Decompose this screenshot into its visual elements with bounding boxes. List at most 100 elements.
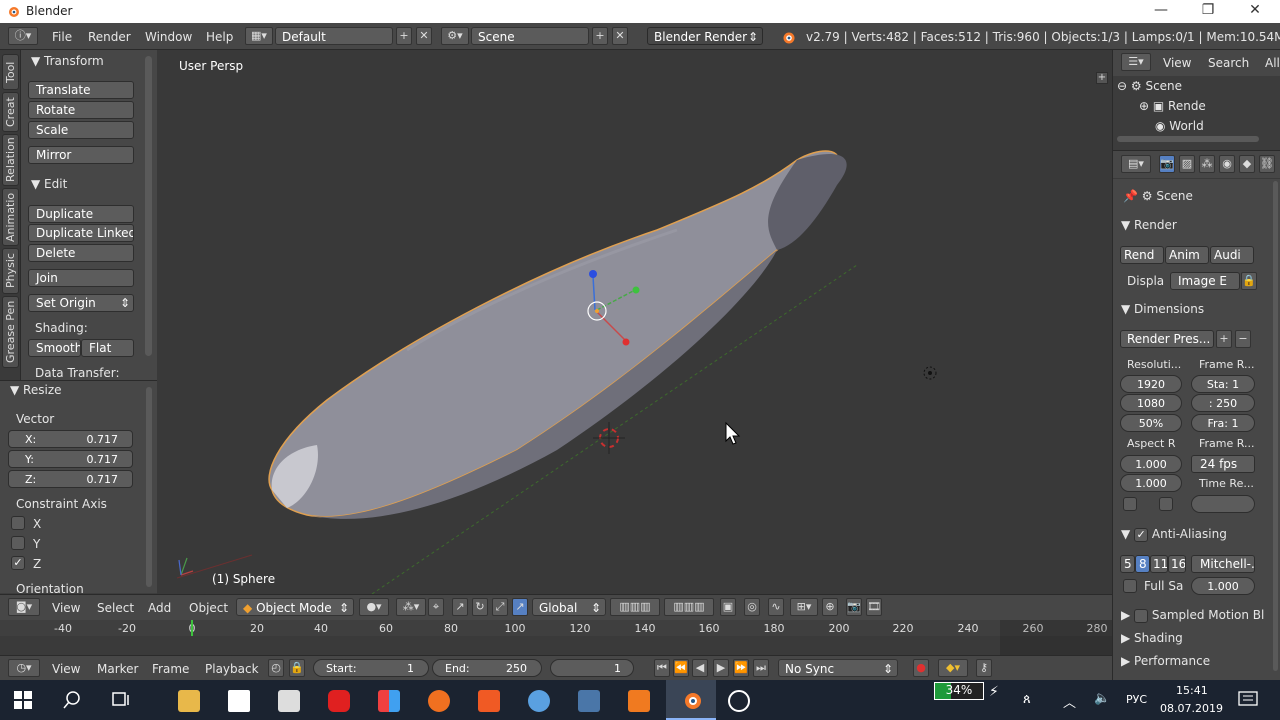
render-animation-button[interactable]: Anim <box>1165 246 1209 264</box>
menu-view[interactable]: View <box>52 601 80 615</box>
editor-type-3d-icon[interactable]: ◙▾ <box>8 598 40 616</box>
aspect-y-field[interactable]: 1.000 <box>1120 474 1182 492</box>
menu-help[interactable]: Help <box>206 30 233 44</box>
properties-scrollbar[interactable] <box>1273 181 1278 671</box>
notifications-icon[interactable] <box>1238 691 1258 709</box>
add-preset-icon[interactable]: + <box>1216 330 1232 348</box>
aa-samples-8[interactable]: 8 <box>1135 555 1150 573</box>
menu-frame[interactable]: Frame <box>152 662 189 676</box>
sync-mode-select[interactable]: No Sync ⇕ <box>778 659 898 677</box>
translate-manipulator-icon[interactable]: ↗ <box>452 598 468 616</box>
aa-samples-5[interactable]: 5 <box>1120 555 1135 573</box>
task-view-icon[interactable] <box>110 690 130 710</box>
tab-physics[interactable]: Physic <box>2 248 19 294</box>
clock-time[interactable]: 15:41 <box>1176 684 1208 697</box>
layers-context-icon[interactable]: ▨ <box>1179 155 1195 173</box>
play-icon[interactable]: ▶ <box>713 659 729 677</box>
ubuntu-store-icon[interactable] <box>478 690 500 712</box>
transform-panel-header[interactable]: ▼ Transform <box>31 54 104 68</box>
record-icon[interactable]: ● <box>913 659 929 677</box>
menu-object[interactable]: Object <box>189 601 228 615</box>
input-language[interactable]: РУС <box>1126 693 1147 706</box>
store-icon[interactable] <box>278 690 300 712</box>
menu-playback[interactable]: Playback <box>205 662 259 676</box>
transform-orientation-select[interactable]: Global ⇕ <box>532 598 606 616</box>
search-icon[interactable] <box>62 690 82 710</box>
menu-marker[interactable]: Marker <box>97 662 138 676</box>
constraint-y-checkbox[interactable] <box>11 536 25 550</box>
frame-end-field[interactable]: : 250 <box>1191 394 1255 412</box>
performance-panel-header[interactable]: ▶ Performance <box>1121 654 1210 668</box>
resize-z-field[interactable]: Z: 0.717 <box>8 470 133 488</box>
constraint-x-checkbox[interactable] <box>11 516 25 530</box>
media-player-icon[interactable] <box>728 690 750 712</box>
manipulator-active-icon[interactable]: ↗ <box>512 598 528 616</box>
manipulator-toggle-icon[interactable]: ⌖ <box>428 598 444 616</box>
clock-date[interactable]: 08.07.2019 <box>1160 702 1223 715</box>
menu-search[interactable]: Search <box>1208 56 1249 70</box>
render-context-icon[interactable]: 📷 <box>1159 155 1175 173</box>
toolshelf-scrollbar[interactable] <box>145 56 152 356</box>
aa-filter-select[interactable]: Mitchell-... <box>1191 555 1255 573</box>
scene-icon[interactable]: ⚙▾ <box>441 27 469 45</box>
jump-start-icon[interactable]: ⏮ <box>654 659 670 677</box>
full-sample-checkbox[interactable] <box>1123 579 1137 593</box>
remove-layout-icon[interactable]: ✕ <box>416 27 432 45</box>
constraints-context-icon[interactable]: ⛓ <box>1259 155 1275 173</box>
crop-checkbox[interactable] <box>1159 497 1173 511</box>
editor-type-info-icon[interactable]: ⓘ▾ <box>8 27 38 45</box>
frame-step-field[interactable]: Fra: 1 <box>1191 414 1255 432</box>
shade-flat-button[interactable]: Flat <box>81 339 134 357</box>
frame-start-field[interactable]: Sta: 1 <box>1191 375 1255 393</box>
lamp-icon[interactable] <box>923 366 937 380</box>
menu-file[interactable]: File <box>52 30 72 44</box>
frame-rate-select[interactable]: 24 fps <box>1191 455 1255 473</box>
display-mode-all[interactable]: All <box>1265 56 1280 70</box>
lock-interface-icon[interactable]: 🔒 <box>1241 272 1257 290</box>
tab-create[interactable]: Creat <box>2 92 19 132</box>
tab-animation[interactable]: Animatio <box>2 188 19 246</box>
blogger-icon[interactable] <box>628 690 650 712</box>
delete-button[interactable]: Delete <box>28 244 134 262</box>
paint-icon[interactable] <box>378 690 400 712</box>
pivot-point-icon[interactable]: ⁂▾ <box>396 598 426 616</box>
resize-y-field[interactable]: Y: 0.717 <box>8 450 133 468</box>
proportional-edit-icon[interactable]: ◎ <box>744 598 760 616</box>
resolution-x-field[interactable]: 1920 <box>1120 375 1182 393</box>
outliner-item-world[interactable]: ◉ World <box>1155 119 1204 133</box>
snap-element-icon[interactable]: ⊞▾ <box>790 598 818 616</box>
firefox-icon[interactable] <box>428 690 450 712</box>
aa-samples-11[interactable]: 11 <box>1150 555 1168 573</box>
layers-group-1-icon[interactable]: ▥▥▥ <box>610 598 660 616</box>
screen-layout-icon[interactable]: ▦▾ <box>245 27 273 45</box>
end-frame-field[interactable]: End: 250 <box>432 659 542 677</box>
people-icon[interactable]: ጰ <box>1023 692 1031 707</box>
lock-layers-icon[interactable]: ▣ <box>720 598 736 616</box>
scale-manipulator-icon[interactable]: ⤢ <box>492 598 508 616</box>
menu-render[interactable]: Render <box>88 30 131 44</box>
3d-viewport[interactable]: User Persp (1) Sphere + <box>157 50 1112 594</box>
power-plug-icon[interactable]: ⚡ <box>989 684 999 700</box>
mode-select[interactable]: ◆ Object Mode ⇕ <box>236 598 354 616</box>
display-mode-select[interactable]: Image E <box>1170 272 1240 290</box>
edit-panel-header[interactable]: ▼ Edit <box>31 177 67 191</box>
restore-icon[interactable]: ❐ <box>1193 2 1223 18</box>
resolution-percent-field[interactable]: 50% <box>1120 414 1182 432</box>
tab-tool[interactable]: Tool <box>2 54 19 90</box>
snap-target-icon[interactable]: ⊕ <box>822 598 838 616</box>
editor-type-properties-icon[interactable]: ▤▾ <box>1121 155 1151 173</box>
sphere-mesh[interactable] <box>268 150 847 519</box>
current-frame-indicator[interactable] <box>191 620 193 636</box>
remove-scene-icon[interactable]: ✕ <box>612 27 628 45</box>
keying-set-icon[interactable]: ◆▾ <box>938 659 968 677</box>
screen-layout-field[interactable]: Default <box>275 27 393 45</box>
lock-range-icon[interactable]: 🔒 <box>289 659 305 677</box>
shading-panel-header[interactable]: ▶ Shading <box>1121 631 1183 645</box>
menu-select[interactable]: Select <box>97 601 134 615</box>
scene-field[interactable]: Scene <box>471 27 589 45</box>
blender-taskbar-item[interactable] <box>666 680 716 720</box>
editor-type-outliner-icon[interactable]: ☰▾ <box>1121 53 1151 71</box>
current-frame-field[interactable]: 1 <box>550 659 634 677</box>
object-context-icon[interactable]: ◆ <box>1239 155 1255 173</box>
start-frame-field[interactable]: Start: 1 <box>313 659 429 677</box>
